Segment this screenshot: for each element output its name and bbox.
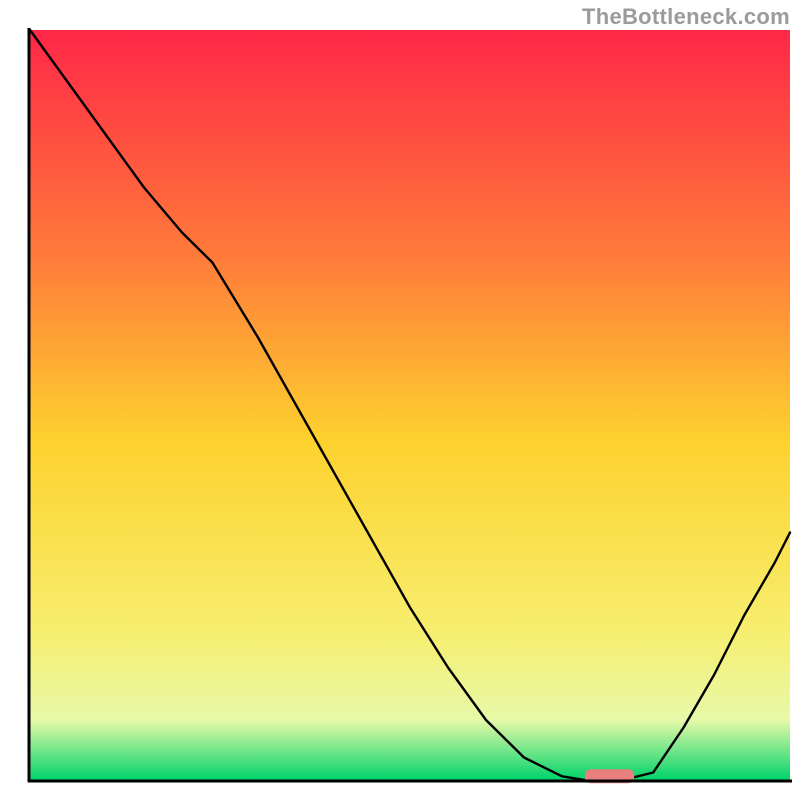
bottleneck-chart	[0, 0, 800, 800]
plot-background	[30, 30, 790, 780]
watermark-text: TheBottleneck.com	[582, 4, 790, 30]
plot-area	[30, 30, 790, 783]
chart-container: TheBottleneck.com	[0, 0, 800, 800]
